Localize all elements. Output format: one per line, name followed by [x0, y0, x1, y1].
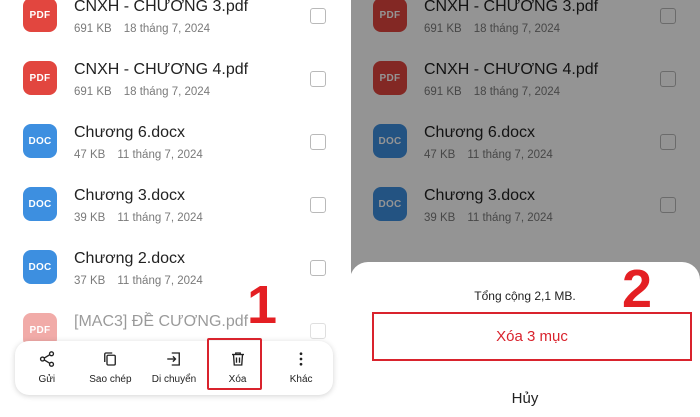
file-meta: 47 KB 11 tháng 7, 2024	[74, 149, 203, 161]
right-screen: PDF CNXH - CHƯƠNG 3.pdf 691 KB 18 tháng 7…	[350, 0, 700, 417]
doc-file-icon: DOC	[23, 187, 57, 221]
file-name: Chương 6.docx	[74, 124, 186, 141]
more-vertical-icon	[299, 352, 303, 366]
file-row[interactable]: PDF CNXH - CHƯƠNG 3.pdf 691 KB 18 tháng 7…	[0, 0, 350, 48]
action-toolbar: Gửi Sao chép Di chuyển Xóa Khác	[15, 341, 333, 395]
file-size: 37 KB	[74, 275, 106, 287]
more-label: Khác	[289, 374, 313, 385]
file-meta: 691 KB 18 tháng 7, 2024	[74, 23, 210, 35]
select-checkbox[interactable]	[310, 260, 326, 276]
cancel-button[interactable]: Hủy	[350, 390, 700, 407]
panel-divider	[349, 0, 351, 417]
move-icon	[167, 352, 180, 366]
file-size: 691 KB	[74, 23, 112, 35]
select-checkbox[interactable]	[310, 323, 326, 339]
move-button[interactable]: Di chuyển	[142, 341, 206, 395]
file-meta: 37 KB 11 tháng 7, 2024	[74, 275, 203, 287]
pdf-file-icon: PDF	[23, 0, 57, 32]
doc-file-icon: DOC	[23, 124, 57, 158]
delete-label: Xóa	[228, 374, 247, 385]
file-list: PDF CNXH - CHƯƠNG 3.pdf 691 KB 18 tháng 7…	[0, 0, 350, 363]
copy-label: Sao chép	[89, 374, 132, 385]
delete-button[interactable]: Xóa	[206, 341, 270, 395]
move-label: Di chuyển	[151, 374, 197, 385]
file-size: 691 KB	[74, 86, 112, 98]
send-label: Gửi	[38, 374, 56, 385]
file-date: 11 tháng 7, 2024	[117, 275, 203, 287]
trash-icon	[231, 352, 244, 366]
file-date: 11 tháng 7, 2024	[117, 212, 203, 224]
file-meta: 691 KB 18 tháng 7, 2024	[74, 86, 210, 98]
file-meta: 39 KB 11 tháng 7, 2024	[74, 212, 203, 224]
doc-file-icon: DOC	[23, 250, 57, 284]
file-row[interactable]: DOC Chương 2.docx 37 KB 11 tháng 7, 2024	[0, 237, 350, 300]
file-name: Chương 2.docx	[74, 250, 186, 267]
step-number-1: 1	[247, 275, 278, 335]
file-size: 39 KB	[74, 212, 106, 224]
step-number-2: 2	[622, 259, 653, 319]
copy-button[interactable]: Sao chép	[79, 341, 143, 395]
share-icon	[39, 351, 54, 367]
more-button[interactable]: Khác	[269, 341, 333, 395]
select-checkbox[interactable]	[310, 197, 326, 213]
file-date: 11 tháng 7, 2024	[117, 149, 203, 161]
select-checkbox[interactable]	[310, 71, 326, 87]
send-button[interactable]: Gửi	[15, 341, 79, 395]
file-name: [MAC3] ĐỀ CƯƠNG.pdf	[74, 313, 249, 330]
file-size: 47 KB	[74, 149, 106, 161]
copy-icon	[104, 352, 117, 366]
confirm-delete-button[interactable]: Xóa 3 mục	[372, 312, 692, 361]
file-row[interactable]: DOC Chương 6.docx 47 KB 11 tháng 7, 2024	[0, 111, 350, 174]
select-checkbox[interactable]	[310, 8, 326, 24]
file-name: CNXH - CHƯƠNG 4.pdf	[74, 61, 249, 78]
file-row[interactable]: DOC Chương 3.docx 39 KB 11 tháng 7, 2024	[0, 174, 350, 237]
file-date: 18 tháng 7, 2024	[123, 86, 211, 98]
file-row[interactable]: PDF CNXH - CHƯƠNG 4.pdf 691 KB 18 tháng 7…	[0, 48, 350, 111]
left-screen: PDF CNXH - CHƯƠNG 3.pdf 691 KB 18 tháng 7…	[0, 0, 350, 417]
select-checkbox[interactable]	[310, 134, 326, 150]
file-name: CNXH - CHƯƠNG 3.pdf	[74, 0, 249, 15]
pdf-file-icon: PDF	[23, 61, 57, 95]
file-date: 18 tháng 7, 2024	[123, 23, 211, 35]
file-name: Chương 3.docx	[74, 187, 186, 204]
